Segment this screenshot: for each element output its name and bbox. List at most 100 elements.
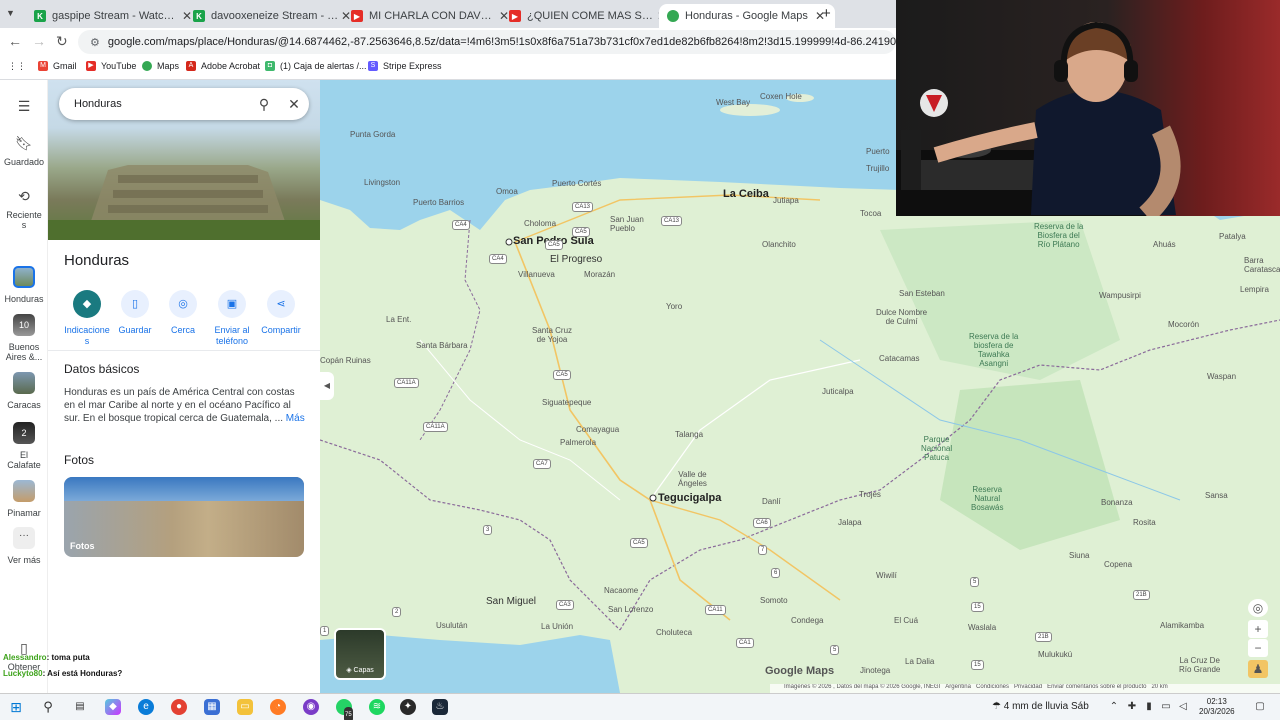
nearby-icon: ◎ [169, 290, 197, 318]
firefox-icon[interactable]: ◔ [270, 699, 286, 715]
nearby-button[interactable]: ◎ Cerca [155, 290, 211, 336]
tab-davooxeneize[interactable]: K davooxeneize Stream - Watch L ✕ [185, 4, 361, 28]
store-icon[interactable]: ▦ [204, 699, 220, 715]
map-label: La Cruz De Río Grande [1179, 656, 1221, 674]
region-link[interactable]: Argentina [945, 684, 971, 690]
address-bar[interactable]: ⚙ google.com/maps/place/Honduras/@14.687… [78, 30, 896, 54]
search-input[interactable]: Honduras [74, 98, 249, 110]
weather-widget[interactable]: ☂ 4 mm de lluvia Sáb [992, 701, 1089, 712]
rail-buenos-aires[interactable]: 10 Buenos Aires &... [0, 314, 48, 363]
map-label: Choloma [524, 219, 557, 228]
map-label: La Dalia [905, 657, 935, 666]
obs-icon[interactable]: ◉ [303, 699, 319, 715]
bookmark-youtube[interactable]: ▶ YouTube [86, 61, 136, 71]
rain-icon: ☂ [992, 701, 1004, 712]
chat-text: : Así está Honduras? [42, 669, 123, 678]
windows-taskbar: ⊞ ⚲ ▤ ◆ e ● ▦ ▭ ◔ ◉ 75 ≋ ✦ ♨ ☂ 4 mm de l… [0, 693, 1280, 720]
map-label: Patalya [1219, 232, 1246, 241]
file-explorer-icon[interactable]: ▭ [237, 699, 253, 715]
lol-icon[interactable]: ✦ [400, 699, 416, 715]
site-info-icon[interactable]: ⚙ [90, 36, 100, 49]
zoom-in-button[interactable]: + [1248, 620, 1268, 638]
task-view-icon[interactable]: ▤ [72, 699, 88, 715]
bookmark-stripe[interactable]: S Stripe Express [368, 61, 442, 71]
spotify-icon[interactable]: ≋ [369, 699, 385, 715]
clock-date: 20/3/2026 [1199, 707, 1235, 716]
rail-el-calafate[interactable]: 2 El Calafate [0, 422, 48, 471]
map-label: Rosita [1133, 518, 1156, 527]
highway-shield: 3 [483, 525, 493, 535]
network-icon[interactable]: ▭ [1158, 699, 1174, 715]
rail-label: Ver más [7, 555, 41, 565]
highway-shield: CA6 [753, 518, 771, 528]
volume-icon[interactable]: ◁ [1175, 699, 1191, 715]
whatsapp-icon[interactable]: 75 [336, 699, 353, 720]
send-to-phone-button[interactable]: ▣ Enviar al teléfono [204, 290, 260, 347]
map-label: Bonanza [1101, 498, 1133, 507]
defender-icon[interactable]: ✚ [1124, 699, 1140, 715]
bookmark-label: Stripe Express [383, 61, 442, 71]
caracas-thumb [13, 372, 35, 394]
share-button[interactable]: ⋖ Compartir [253, 290, 309, 336]
show-hidden-icons[interactable]: ⌃ [1106, 699, 1122, 715]
map-label: La Unión [541, 622, 574, 631]
rail-honduras[interactable]: Honduras [0, 266, 48, 304]
bookmark-maps[interactable]: Maps [142, 61, 179, 71]
rail-more[interactable]: ··· Ver más [0, 527, 48, 565]
apps-icon[interactable]: ⋮⋮ [8, 61, 26, 72]
action-label: Indicacione s [64, 325, 110, 346]
privacy-link[interactable]: Privacidad [1014, 684, 1042, 690]
photo-sky [64, 477, 304, 501]
new-tab-icon[interactable]: + [822, 5, 831, 22]
forward-icon[interactable]: → [32, 33, 46, 49]
tab-mi-charla[interactable]: ▶ MI CHARLA CON DAVO XENEIZ ✕ [343, 4, 519, 28]
steam-icon[interactable]: ♨ [432, 699, 448, 715]
map-label: Waspan [1207, 372, 1237, 381]
zoom-out-button[interactable]: − [1248, 639, 1268, 657]
notifications-icon[interactable]: ▢ [1252, 699, 1268, 715]
copilot-icon[interactable]: ◆ [105, 699, 121, 715]
bookmark-alertas[interactable]: ◘ (1) Caja de alertas /... [265, 61, 367, 71]
collapse-panel-button[interactable]: ◀ [320, 372, 334, 400]
feedback-link[interactable]: Enviar comentarios sobre el producto [1047, 684, 1146, 690]
close-icon[interactable]: ✕ [279, 96, 309, 113]
scale-bar[interactable]: 20 km [1151, 684, 1167, 690]
rail-recents[interactable]: ⟲ Reciente s [0, 188, 48, 231]
tab-google-maps[interactable]: Honduras - Google Maps ✕ [659, 4, 835, 28]
search-icon[interactable]: ⚲ [40, 699, 56, 715]
edge-icon[interactable]: e [138, 699, 154, 715]
clock[interactable]: 02:13 20/3/2026 [1199, 697, 1235, 717]
start-icon[interactable]: ⊞ [8, 699, 24, 715]
search-icon[interactable]: ⚲ [249, 96, 279, 113]
tab-sushi[interactable]: ▶ ¿QUIEN COME MAS SUSHI? M ✕ [501, 4, 677, 28]
map-label: Villanueva [518, 270, 555, 279]
bookmark-adobe[interactable]: A Adobe Acrobat [186, 61, 260, 71]
rail-pinamar[interactable]: Pinamar [0, 480, 48, 518]
bookmark-gmail[interactable]: M Gmail [38, 61, 77, 71]
map-label: Olanchito [762, 240, 796, 249]
map-label: San Lorenzo [608, 605, 654, 614]
tab-title: gaspipe Stream - Watch Live o [52, 10, 180, 22]
search-box[interactable]: Honduras ⚲ ✕ [59, 88, 309, 120]
highway-shield: CA13 [572, 202, 594, 212]
rail-saved[interactable]: 🔖︎ Guardado [0, 135, 48, 167]
place-title: Honduras [64, 252, 130, 269]
maps-pin-icon [667, 10, 679, 22]
map-label: Waslala [968, 623, 997, 632]
tab-search-icon[interactable]: ▼ [6, 8, 15, 18]
reload-icon[interactable]: ↻ [56, 33, 68, 50]
menu-button[interactable]: ☰ [0, 98, 48, 120]
highway-shield: CA13 [661, 216, 683, 226]
my-location-button[interactable]: ◎ [1248, 599, 1268, 617]
photos-label: Fotos [70, 541, 95, 551]
mic-icon[interactable]: ▮ [1141, 699, 1157, 715]
layers-button[interactable]: ◈ Capas [334, 628, 386, 680]
chrome-icon[interactable]: ● [171, 699, 187, 715]
more-link[interactable]: Más [286, 413, 305, 424]
tab-gaspipe[interactable]: K gaspipe Stream - Watch Live o ✕ [26, 4, 202, 28]
photos-card[interactable]: Fotos [64, 477, 304, 557]
terms-link[interactable]: Condiciones [976, 684, 1009, 690]
rail-caracas[interactable]: Caracas [0, 372, 48, 410]
back-icon[interactable]: ← [8, 33, 22, 49]
pegman-button[interactable]: ♟ [1248, 660, 1268, 678]
